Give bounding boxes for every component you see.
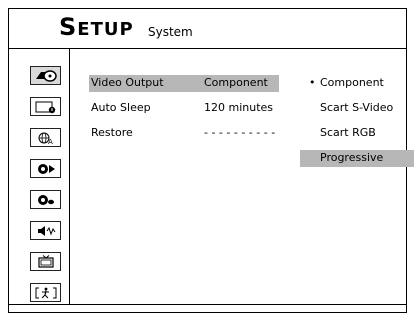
speaker-icon <box>37 225 55 236</box>
sidebar-item-tv[interactable] <box>30 252 61 271</box>
setting-row-auto-sleep[interactable]: Auto Sleep 120 minutes <box>89 100 279 117</box>
screen-icon <box>35 101 55 113</box>
option-scart-s-video[interactable]: Scart S-Video <box>300 100 414 117</box>
option-label: Component <box>320 76 384 89</box>
option-component[interactable]: • Component <box>300 75 414 92</box>
page-title: SETUP <box>59 15 134 42</box>
disc-settings-icon <box>35 69 57 82</box>
sidebar: A <box>9 49 69 304</box>
option-label: Scart RGB <box>320 126 376 139</box>
setup-window: SETUP System A Video Output Component Au… <box>8 8 414 313</box>
setting-label: Auto Sleep <box>91 101 151 114</box>
sidebar-divider <box>69 49 70 304</box>
sidebar-item-playback[interactable] <box>30 159 61 178</box>
playback-icon <box>37 163 55 174</box>
title-initial: S <box>59 13 78 41</box>
setting-row-restore[interactable]: Restore - - - - - - - - - - <box>89 125 279 142</box>
setting-row-video-output[interactable]: Video Output Component <box>89 75 279 92</box>
setting-value: Component <box>204 76 268 89</box>
setting-label: Video Output <box>91 76 164 89</box>
sidebar-item-screen[interactable] <box>30 97 61 116</box>
tv-icon <box>37 254 54 268</box>
audio-disc-icon <box>37 194 54 205</box>
option-label: Progressive <box>320 151 384 164</box>
option-progressive[interactable]: Progressive <box>300 150 414 167</box>
language-globe-icon: A <box>38 132 53 145</box>
setting-label: Restore <box>91 126 133 139</box>
sidebar-item-speaker[interactable] <box>30 221 61 240</box>
sidebar-item-exit[interactable] <box>30 283 61 302</box>
page-subtitle: System <box>148 25 193 39</box>
svg-text:A: A <box>48 138 53 145</box>
setting-value: 120 minutes <box>204 101 274 114</box>
setting-value: - - - - - - - - - - <box>204 126 276 139</box>
option-scart-rgb[interactable]: Scart RGB <box>300 125 414 142</box>
header: SETUP System <box>9 9 406 45</box>
title-rest: ETUP <box>77 19 134 40</box>
sidebar-item-language[interactable]: A <box>30 128 61 147</box>
footer-divider <box>9 304 406 305</box>
selected-marker: • <box>309 76 316 89</box>
sidebar-item-audio-disc[interactable] <box>30 190 61 209</box>
option-label: Scart S-Video <box>320 101 394 114</box>
exit-icon <box>35 287 56 298</box>
sidebar-item-disc-settings[interactable] <box>30 66 61 85</box>
